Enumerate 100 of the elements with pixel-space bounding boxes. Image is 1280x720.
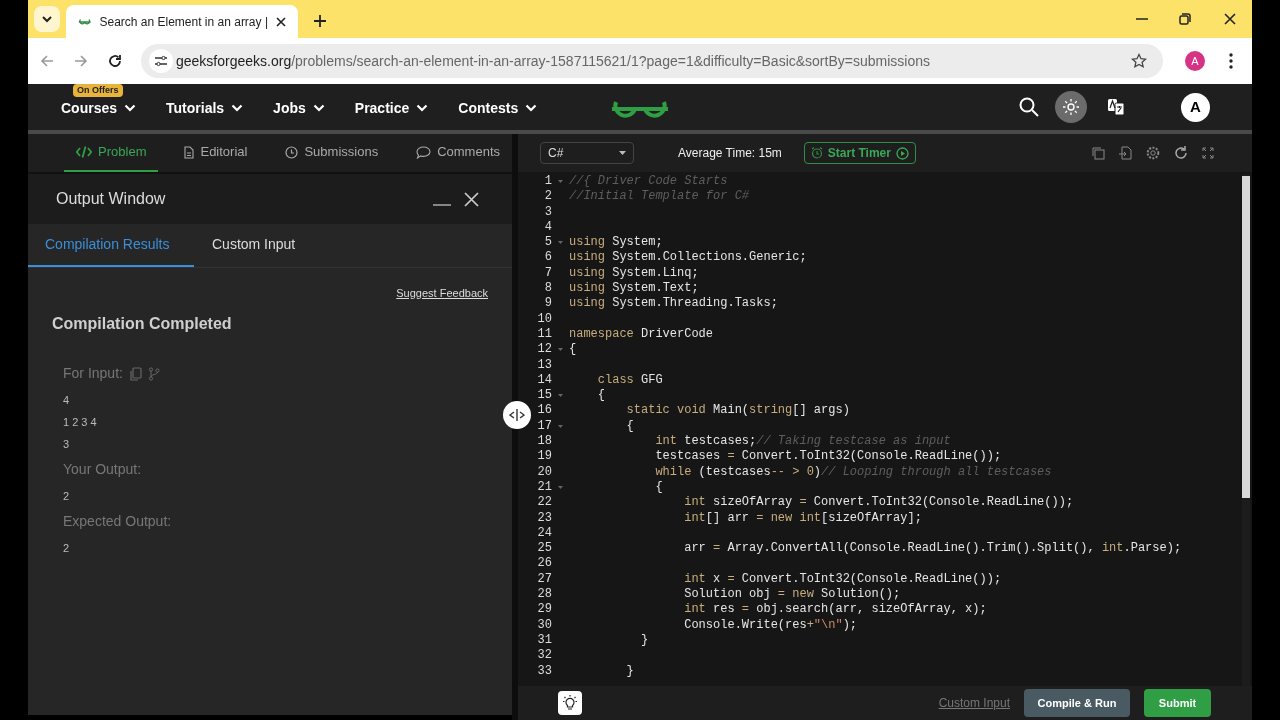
close-icon[interactable] (276, 16, 286, 27)
tab-list-button[interactable] (34, 6, 60, 32)
reload-icon[interactable] (108, 54, 122, 68)
line-number: 10 (536, 311, 552, 327)
line-number: 33 (536, 663, 552, 679)
line-number: 9 (543, 296, 552, 312)
code-line: testcases = Convert.ToInt32(Console.ReadLine()); (654, 449, 1002, 465)
search-icon[interactable] (1019, 97, 1039, 117)
user-avatar[interactable]: A (1181, 92, 1210, 122)
line-number: 32 (536, 648, 552, 664)
code-line: { (596, 388, 605, 404)
line-number: 28 (536, 587, 552, 603)
output-tab[interactable]: Custom Input (194, 224, 296, 267)
line-number: 5 (543, 235, 552, 251)
code-line: static void Main(string[] args) (625, 403, 850, 419)
tab-title: Search an Element in an array | (99, 13, 268, 31)
fullscreen-icon[interactable] (1202, 147, 1214, 159)
line-number: 31 (536, 632, 552, 649)
code-line: int testcases;// Taking testcase as input (654, 434, 951, 450)
problem-tab[interactable]: Editorial (172, 134, 260, 172)
new-tab-icon[interactable] (314, 15, 326, 27)
code-line: int res = obj.search(arr, sizeOfArray, x); (683, 602, 987, 618)
code-line: { (654, 479, 663, 496)
code-line: int[] arr = new int[sizeOfArray]; (683, 510, 922, 526)
section-label: For Input: (63, 364, 123, 383)
output-line: 1 2 3 4 (63, 414, 98, 430)
code-line: using System; (569, 235, 663, 251)
chevron-down-icon (312, 104, 325, 112)
compile-run-button[interactable]: Compile & Run (1024, 689, 1130, 717)
site-info-icon[interactable] (149, 49, 173, 73)
star-icon[interactable] (1131, 53, 1147, 69)
section-label: Expected Output: (63, 512, 172, 531)
line-number: 17 (536, 418, 552, 435)
line-number: 24 (536, 525, 552, 542)
fold-arrow-icon[interactable] (558, 394, 563, 398)
line-number: 4 (543, 219, 552, 236)
problem-tab[interactable]: Comments (404, 134, 512, 172)
play-icon (895, 146, 909, 160)
feedback-link[interactable]: Suggest Feedback (396, 285, 488, 302)
sun-icon (1063, 99, 1079, 115)
problem-tab[interactable]: Submissions (273, 134, 391, 172)
url-path: /problems/search-an-element-in-an-array-1587115621/1?page=1&difficulty=Basic&sortBy=submissions (291, 51, 930, 71)
code-line: class GFG (596, 372, 663, 389)
output-tab[interactable]: Compilation Results (28, 224, 194, 267)
line-number: 2 (543, 189, 552, 205)
code-line: arr = Array.ConvertAll(Console.ReadLine().Trim().Split(), int.Parse); (683, 541, 1182, 557)
line-number: 7 (543, 265, 552, 282)
nav-menu-item[interactable]: Courses (61, 97, 137, 119)
theme-toggle[interactable] (1055, 91, 1087, 123)
scrollbar-thumb[interactable] (1242, 176, 1250, 498)
reset-icon[interactable] (1174, 146, 1188, 160)
menu-icon[interactable] (1229, 53, 1233, 69)
fold-arrow-icon[interactable] (558, 180, 563, 184)
line-number: 23 (536, 510, 552, 526)
nav-menu-item[interactable]: Contests (458, 97, 538, 119)
import-file-icon[interactable] (1119, 146, 1132, 160)
forward-icon[interactable] (74, 54, 88, 68)
line-number: 8 (543, 281, 552, 297)
line-number: 30 (536, 617, 552, 633)
fold-arrow-icon[interactable] (558, 241, 563, 245)
panel-title: Output Window (56, 189, 166, 209)
chevron-down-icon (525, 104, 538, 112)
code-line: Console.Write(res+"\n"); (683, 617, 858, 633)
output-line: 3 (63, 436, 71, 452)
code-line: using System.Threading.Tasks; (569, 296, 778, 312)
fold-arrow-icon[interactable] (558, 486, 563, 490)
copy-icon[interactable] (1092, 146, 1105, 160)
line-number: 11 (536, 326, 552, 343)
timer-label: Start Timer (827, 145, 891, 162)
start-timer-button[interactable]: Start Timer (803, 142, 916, 164)
close-icon[interactable] (1224, 13, 1236, 25)
back-icon[interactable] (40, 54, 54, 68)
custom-input-link[interactable]: Custom Input (938, 694, 1010, 712)
language-select[interactable]: C# (540, 142, 634, 164)
code-line: using System.Linq; (569, 265, 699, 282)
chevron-down-icon (231, 104, 244, 112)
address-bar[interactable]: geeksforgeeks.org/problems/search-an-element-in-an-array-1587115621/1?page=1&difficulty=Basic&sortBy=submissions (141, 44, 1163, 78)
nav-menu-item[interactable]: Tutorials (166, 97, 244, 119)
lightbulb-icon (562, 695, 578, 711)
profile-avatar[interactable]: A (1185, 51, 1205, 71)
fold-arrow-icon[interactable] (558, 424, 563, 428)
hint-button[interactable] (558, 691, 582, 715)
section-label: Your Output: (63, 460, 142, 479)
restore-icon[interactable] (1179, 13, 1191, 25)
line-number: 15 (536, 388, 552, 404)
line-number: 3 (543, 204, 552, 220)
code-line: //Initial Template for C# (569, 189, 750, 205)
fold-arrow-icon[interactable] (558, 348, 563, 352)
code-line: using System.Text; (569, 281, 699, 297)
chevron-down-icon (41, 15, 53, 23)
line-number: 19 (536, 449, 552, 465)
line-number: 12 (536, 342, 552, 358)
nav-menu-item[interactable]: Jobs (273, 97, 325, 119)
compilation-status: Compilation Completed (52, 313, 233, 334)
translate-icon[interactable] (1107, 98, 1125, 116)
line-number: 14 (536, 372, 552, 389)
browser-tab[interactable]: Search an Element in an array | (66, 5, 298, 38)
nav-menu-item[interactable]: Practice (354, 97, 429, 119)
line-number: 18 (536, 434, 552, 450)
settings-icon[interactable] (1146, 146, 1160, 160)
